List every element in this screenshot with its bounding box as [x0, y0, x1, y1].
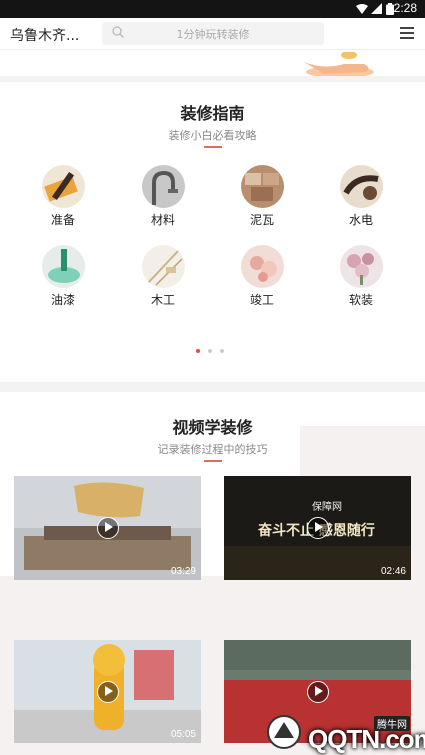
menu-icon[interactable]: [400, 27, 414, 39]
status-bar: 2:28: [0, 0, 425, 18]
guide-item-label: 泥瓦: [249, 213, 274, 227]
video-title-underline: [204, 460, 222, 462]
signal-icon: [371, 3, 382, 14]
status-time: 2:28: [393, 1, 417, 15]
play-icon[interactable]: [306, 680, 329, 703]
guide-item-label: 竣工: [249, 293, 274, 307]
materials-icon: [141, 165, 185, 208]
guide-item-paint[interactable]: 油漆: [33, 245, 93, 308]
video-duration: 03:29: [170, 566, 196, 577]
pager-dot-active[interactable]: [196, 349, 200, 353]
qqtn-watermark: QQTN.com 腾牛网: [262, 712, 425, 754]
video-duration: 05:05: [170, 729, 196, 740]
search-bar[interactable]: 1分钟玩转装修: [102, 22, 324, 45]
guide-item-label: 木工: [150, 293, 175, 307]
top-banner[interactable]: [0, 50, 425, 76]
guide-item-masonry[interactable]: 泥瓦: [232, 165, 292, 228]
guide-item-carpentry[interactable]: 木工: [133, 245, 193, 308]
watermark-badge: 腾牛网: [374, 716, 410, 731]
guide-item-label: 水电: [348, 213, 373, 227]
wifi-icon: [356, 4, 368, 14]
preparation-icon: [41, 165, 85, 208]
video-learning-section: 视频学装修 记录装修过程中的技巧 03:29 保障网 奋斗不止 感恩随行 02:…: [0, 392, 425, 755]
search-placeholder: 1分钟玩转装修: [176, 28, 250, 41]
carpentry-icon: [141, 245, 185, 288]
guide-item-preparation[interactable]: 准备: [33, 165, 93, 228]
video-subtitle: 记录装修过程中的技巧: [157, 443, 268, 456]
guide-title: 装修指南: [180, 104, 245, 123]
guide-title-underline: [204, 146, 222, 148]
video-thumbnail[interactable]: 05:05: [14, 640, 201, 743]
video-thumbnail[interactable]: 保障网 奋斗不止 感恩随行 02:46: [224, 476, 411, 580]
watermark-logo-icon: [267, 715, 301, 749]
guide-item-soft-furnishing[interactable]: 软装: [331, 245, 391, 308]
soft-furnishing-icon: [339, 245, 383, 288]
play-icon[interactable]: [96, 517, 119, 539]
hand-coin-icon: [304, 52, 374, 76]
city-selector[interactable]: 乌鲁木齐...: [10, 25, 79, 45]
guide-item-label: 软装: [348, 293, 373, 307]
top-bar: 乌鲁木齐... 1分钟玩转装修: [0, 18, 425, 50]
guide-item-plumbing-electric[interactable]: 水电: [331, 165, 391, 228]
play-icon[interactable]: [96, 680, 119, 703]
poster-brand-text: 保障网: [312, 502, 342, 513]
completion-icon: [240, 245, 284, 288]
masonry-icon: [240, 165, 284, 208]
pager-dot[interactable]: [208, 349, 212, 353]
guide-pager: [196, 338, 232, 357]
guide-item-label: 油漆: [50, 293, 75, 307]
decoration-guide-section: 装修指南 装修小白必看攻略 准备 材料 泥瓦 水电 油漆 木工 竣工 软装: [0, 82, 425, 382]
guide-item-completion[interactable]: 竣工: [232, 245, 292, 308]
guide-item-label: 材料: [150, 213, 175, 227]
guide-item-label: 准备: [50, 213, 75, 227]
video-title: 视频学装修: [172, 418, 253, 437]
video-duration: 02:46: [380, 566, 406, 577]
pager-dot[interactable]: [220, 349, 224, 353]
paint-icon: [41, 245, 85, 288]
guide-item-materials[interactable]: 材料: [133, 165, 193, 228]
plumbing-electric-icon: [339, 165, 383, 208]
play-icon[interactable]: [306, 517, 329, 539]
video-thumbnail[interactable]: 03:29: [14, 476, 201, 580]
guide-subtitle: 装修小白必看攻略: [168, 129, 257, 142]
